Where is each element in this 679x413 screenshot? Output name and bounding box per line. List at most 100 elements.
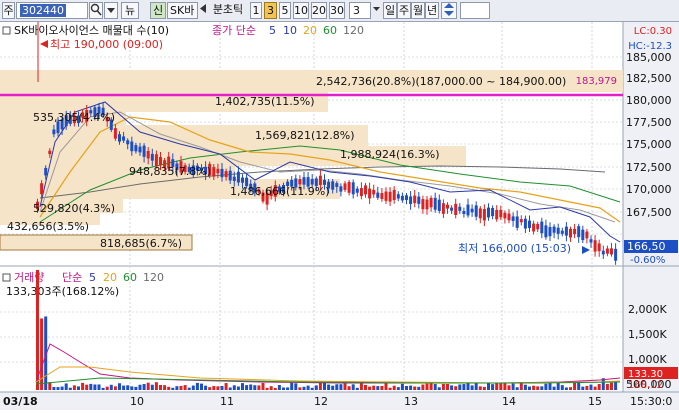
candle-body xyxy=(331,181,335,190)
period-3-button[interactable]: 3 xyxy=(264,2,277,19)
stock-code-input[interactable]: 302440 xyxy=(16,2,88,19)
price-y-axis: LC:0.30 HC:-12.3 185,000 182,500 180,000… xyxy=(626,26,672,219)
chart-svg: 2,542,736(20.8%)(187,000.00 ~ 184,900.00… xyxy=(0,22,679,410)
volume-bar xyxy=(269,386,273,390)
volume-bar xyxy=(232,385,236,390)
candle-body xyxy=(392,189,396,201)
candle-body xyxy=(241,177,244,183)
candle-body xyxy=(466,204,470,216)
dropdown-icon-glyph xyxy=(107,8,115,13)
candle-body xyxy=(605,248,609,254)
period-mode-label[interactable]: 분초틱 xyxy=(208,2,248,19)
volume-bar xyxy=(60,386,64,390)
x-axis-background xyxy=(0,392,679,410)
extra-input-field[interactable] xyxy=(460,2,490,19)
volume-bar xyxy=(302,386,306,390)
candle-body xyxy=(396,194,400,199)
period-month-button[interactable]: 월 xyxy=(411,2,425,19)
volume-bar xyxy=(130,386,134,390)
ma-5-label: 5 xyxy=(269,24,276,37)
candle-body xyxy=(236,171,240,183)
stock-code-value: 302440 xyxy=(20,4,66,17)
volume-bar xyxy=(228,387,232,390)
candle-body xyxy=(52,129,56,135)
candle-body xyxy=(462,210,466,215)
profile-label-9: 432,656(3.5%) xyxy=(7,220,89,233)
repeat-dropdown-icon[interactable] xyxy=(371,2,381,19)
credit-button[interactable]: 신 xyxy=(150,2,166,19)
magnifier-icon[interactable] xyxy=(89,2,103,19)
panel-toggle-icon[interactable] xyxy=(2,26,11,35)
y-tick-172500: 172,500 xyxy=(626,161,672,174)
candle-body xyxy=(134,145,138,152)
last-volume-label: 133.30 xyxy=(628,369,663,380)
candle-body xyxy=(519,219,523,223)
period-30-button[interactable]: 30 xyxy=(329,2,345,19)
triangle-left-icon[interactable] xyxy=(198,2,208,19)
vol-tick-1500k: 1,500K xyxy=(628,328,667,341)
repeat-value-field[interactable]: 3 xyxy=(349,2,371,19)
profile-label-1: 2,542,736(20.8%)(187,000.00 ~ 184,900.00… xyxy=(316,75,566,88)
market-selector[interactable]: 주 xyxy=(2,2,15,19)
candle-body xyxy=(577,226,581,238)
volume-bar xyxy=(68,387,72,390)
candle-body xyxy=(540,221,544,234)
volume-bar xyxy=(241,383,244,390)
volume-bar xyxy=(388,387,392,390)
candle-body xyxy=(359,188,363,197)
y-tick-170000: 170,000 xyxy=(626,183,672,196)
volume-bar xyxy=(368,386,372,390)
updown-arrow-icon[interactable] xyxy=(441,2,457,19)
period-5-button[interactable]: 5 xyxy=(279,2,291,19)
period-1-button[interactable]: 1 xyxy=(250,2,262,19)
last-price-label: 166,50 xyxy=(627,240,666,253)
x-label-end: 15:30:0 xyxy=(630,395,672,408)
candle-body xyxy=(150,153,154,161)
volume-bar xyxy=(515,387,519,390)
period-day-button[interactable]: 일 xyxy=(383,2,397,19)
candle-body xyxy=(380,193,384,199)
news-button[interactable]: 뉴 xyxy=(121,2,139,19)
candle-body xyxy=(597,243,601,252)
candle-body xyxy=(511,216,515,221)
candle-body xyxy=(216,168,220,174)
candle-body xyxy=(450,207,454,211)
profile-label-10: 818,685(6.7%) xyxy=(100,237,182,250)
volume-bar xyxy=(163,385,167,390)
candle-body xyxy=(372,189,376,195)
volume-bar xyxy=(126,385,130,390)
low-note-text: 최저 166,000 (15:03) xyxy=(458,242,571,255)
period-10-button[interactable]: 10 xyxy=(293,2,309,19)
volume-bar xyxy=(93,384,97,390)
x-label-14: 14 xyxy=(502,395,516,408)
volume-bar xyxy=(462,384,466,390)
ma-60-label: 60 xyxy=(323,24,337,37)
profile-label-5: 1,988,924(16.3%) xyxy=(340,148,440,161)
candle-body xyxy=(478,208,482,219)
candle-body xyxy=(351,182,355,195)
candle-body xyxy=(433,197,437,210)
dropdown-icon[interactable] xyxy=(104,2,118,19)
volume-bar xyxy=(277,385,281,390)
volume-bar xyxy=(314,385,318,390)
profile-label-2: 1,402,735(11.5%) xyxy=(215,95,315,108)
volume-bar xyxy=(560,385,564,390)
volume-title: 거래량 xyxy=(14,271,44,284)
volume-bar xyxy=(77,386,80,390)
volume-bar xyxy=(351,384,355,390)
candle-body xyxy=(335,183,339,187)
volume-bar xyxy=(97,384,101,390)
candle-body xyxy=(409,196,413,205)
candle-body xyxy=(495,209,499,220)
candle-body xyxy=(364,185,367,195)
period-week-button[interactable]: 주 xyxy=(397,2,411,19)
volume-bar xyxy=(347,386,351,390)
period-year-button[interactable]: 년 xyxy=(425,2,439,19)
period-20-button[interactable]: 20 xyxy=(311,2,327,19)
candle-body xyxy=(44,167,48,176)
profile-label-8: 529,820(4.3%) xyxy=(33,202,115,215)
corner-lc: LC:0.30 xyxy=(634,26,672,37)
volume-bar xyxy=(167,386,171,390)
volume-toggle-icon[interactable] xyxy=(2,273,11,282)
volume-bar xyxy=(454,386,458,390)
